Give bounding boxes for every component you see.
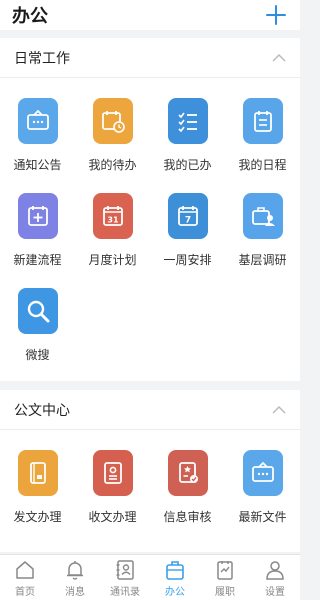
tab-messages[interactable]: 消息 [50, 555, 100, 600]
tab-label: 办公 [165, 587, 185, 598]
tile-label: 我的已办 [163, 158, 212, 172]
calendar-31-icon: 31 [92, 193, 133, 239]
checklist-icon [167, 98, 208, 144]
app-grid: 发文办理 收文办理 信息审核 最新文件 [0, 430, 300, 537]
tile-label: 最新文件 [238, 510, 287, 524]
tile-weekly[interactable]: 7 一周安排 [150, 185, 225, 280]
document-send-icon [17, 450, 58, 496]
tab-label: 设置 [265, 587, 285, 598]
contacts-icon [116, 560, 134, 580]
tab-office[interactable]: 办公 [150, 555, 200, 600]
tile-label: 基层调研 [238, 253, 287, 267]
tab-label: 首页 [15, 587, 35, 598]
tile-info-review[interactable]: 信息审核 [150, 442, 225, 537]
magnifier-icon [17, 288, 58, 334]
tile-label: 信息审核 [163, 510, 212, 524]
tile-label: 通知公告 [13, 158, 62, 172]
tile-label: 我的待办 [88, 158, 137, 172]
tile-todo[interactable]: 我的待办 [75, 90, 150, 185]
tile-done[interactable]: 我的已办 [150, 90, 225, 185]
section-header[interactable]: 公文中心 [0, 390, 300, 430]
tile-schedule[interactable]: 我的日程 [225, 90, 300, 185]
briefcase-person-icon [242, 193, 283, 239]
tile-search[interactable]: 微搜 [0, 280, 75, 375]
app-grid: 通知公告 我的待办 我的已办 我的日程 新建流程 31 月度计划 7 一周安排 … [0, 78, 300, 375]
section-header[interactable]: 日常工作 [0, 38, 300, 78]
calendar-7-icon: 7 [167, 193, 208, 239]
tile-label: 发文办理 [13, 510, 62, 524]
tab-label: 通讯录 [110, 587, 140, 598]
calendar-clock-icon [92, 98, 133, 144]
bell-icon [67, 561, 83, 580]
tile-label: 月度计划 [88, 253, 137, 267]
section-title: 公文中心 [14, 402, 70, 419]
section-title: 日常工作 [14, 50, 70, 67]
document-receive-icon [92, 450, 133, 496]
tab-duty[interactable]: 履职 [200, 555, 250, 600]
tab-settings[interactable]: 设置 [250, 555, 300, 600]
calendar-plus-icon [17, 193, 58, 239]
briefcase-icon [166, 561, 184, 580]
tile-label: 一周安排 [163, 253, 212, 267]
tab-label: 履职 [215, 587, 235, 598]
tile-notice[interactable]: 通知公告 [0, 90, 75, 185]
tile-label: 我的日程 [238, 158, 287, 172]
notice-board-icon [17, 98, 58, 144]
chevron-up-icon[interactable] [272, 405, 286, 415]
tile-receive-doc[interactable]: 收文办理 [75, 442, 150, 537]
schedule-icon [242, 98, 283, 144]
notice-board-icon [242, 450, 283, 496]
plus-icon[interactable] [264, 3, 288, 27]
home-icon [16, 561, 34, 579]
tab-contacts[interactable]: 通讯录 [100, 555, 150, 600]
certificate-icon [167, 450, 208, 496]
tab-home[interactable]: 首页 [0, 555, 50, 600]
tile-send-doc[interactable]: 发文办理 [0, 442, 75, 537]
chevron-up-icon[interactable] [272, 53, 286, 63]
person-icon [266, 561, 284, 580]
duty-chart-icon [217, 561, 233, 580]
tile-latest-files[interactable]: 最新文件 [225, 442, 300, 537]
tile-label: 收文办理 [88, 510, 137, 524]
tab-label: 消息 [65, 587, 85, 598]
page-title: 办公 [12, 6, 48, 27]
section-daily-work: 日常工作 通知公告 我的待办 我的已办 我的日程 新建流程 31 月度计划 7 … [0, 38, 300, 381]
tile-new-process[interactable]: 新建流程 [0, 185, 75, 280]
svg-text:7: 7 [184, 216, 190, 226]
svg-text:31: 31 [107, 216, 119, 225]
tile-monthly-plan[interactable]: 31 月度计划 [75, 185, 150, 280]
top-bar: 办公 [0, 0, 300, 30]
tile-label: 微搜 [25, 348, 50, 362]
tile-research[interactable]: 基层调研 [225, 185, 300, 280]
tile-label: 新建流程 [13, 253, 62, 267]
section-document-center: 公文中心 发文办理 收文办理 信息审核 最新文件 [0, 390, 300, 552]
bottom-tab-bar: 首页 消息 通讯录 办公 履职 设置 [0, 554, 300, 600]
